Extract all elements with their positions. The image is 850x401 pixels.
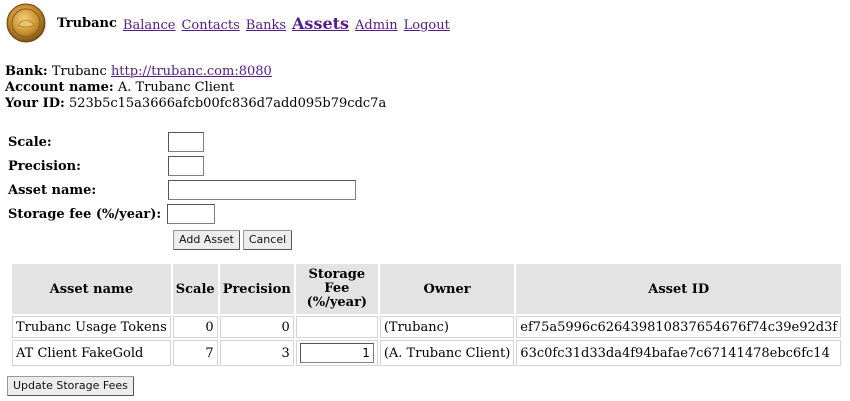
precision-label: Precision: <box>8 158 81 174</box>
owner-cell: (Trubanc) <box>379 316 515 338</box>
nav-logout[interactable]: Logout <box>404 18 450 33</box>
col-asset-id: Asset ID <box>516 264 842 314</box>
nav-admin[interactable]: Admin <box>355 18 398 33</box>
bank-line: Bank: Trubanc http://trubanc.com:8080 <box>5 64 386 80</box>
col-precision: Precision <box>219 264 294 314</box>
header: Trubanc Balance Contacts Banks Assets Ad… <box>6 3 450 43</box>
cancel-button[interactable]: Cancel <box>242 230 293 250</box>
precision-row: Precision: <box>8 154 356 178</box>
storage-fee-cell <box>295 340 378 366</box>
asset-name-cell: AT Client FakeGold <box>12 340 171 366</box>
scale-row: Scale: <box>8 130 356 154</box>
col-storage-fee: Storage Fee (%/year) <box>295 264 378 314</box>
storage-fee-input[interactable] <box>167 204 215 224</box>
bank-url-link[interactable]: http://trubanc.com:8080 <box>111 64 272 79</box>
account-line: Account name: A. Trubanc Client <box>5 80 386 96</box>
owner-cell: (A. Trubanc Client) <box>379 340 515 366</box>
asset-name-input[interactable] <box>168 180 356 200</box>
account-label: Account name: <box>5 80 114 95</box>
table-row: Trubanc Usage Tokens 0 0 (Trubanc) ef75a… <box>12 316 842 338</box>
storage-fee-row: Storage fee (%/year): <box>8 202 356 226</box>
add-asset-form: Scale: Precision: Asset name: Storage fe… <box>8 130 356 250</box>
nav-contacts[interactable]: Contacts <box>181 18 239 33</box>
precision-input[interactable] <box>168 156 204 176</box>
storage-fee-label: Storage fee (%/year): <box>8 206 162 222</box>
asset-name-label: Asset name: <box>8 182 97 198</box>
table-row: AT Client FakeGold 7 3 (A. Trubanc Clien… <box>12 340 842 366</box>
col-owner: Owner <box>379 264 515 314</box>
assets-table: Asset name Scale Precision Storage Fee (%… <box>10 262 843 368</box>
add-asset-button[interactable]: Add Asset <box>173 230 240 250</box>
account-name: A. Trubanc Client <box>117 80 235 95</box>
nav-balance[interactable]: Balance <box>123 18 176 33</box>
storage-fee-row-input[interactable] <box>299 343 374 363</box>
asset-id-cell: ef75a5996c626439810837654676f74c39e92d3f <box>516 316 842 338</box>
main-nav: Balance Contacts Banks Assets Admin Logo… <box>123 14 450 33</box>
scale-cell: 7 <box>172 340 218 366</box>
precision-cell: 0 <box>219 316 294 338</box>
scale-label: Scale: <box>8 134 52 150</box>
account-info: Bank: Trubanc http://trubanc.com:8080 Ac… <box>5 64 386 112</box>
table-header-row: Asset name Scale Precision Storage Fee (%… <box>12 264 842 314</box>
nav-banks[interactable]: Banks <box>246 18 286 33</box>
trubanc-logo-icon <box>6 3 46 43</box>
col-asset-name: Asset name <box>12 264 171 314</box>
id-label: Your ID: <box>5 96 65 111</box>
col-scale: Scale <box>172 264 218 314</box>
id-line: Your ID: 523b5c15a3666afcb00fc836d7add09… <box>5 96 386 112</box>
precision-cell: 3 <box>219 340 294 366</box>
brand-name: Trubanc <box>57 15 117 31</box>
asset-name-cell: Trubanc Usage Tokens <box>12 316 171 338</box>
asset-id-cell: 63c0fc31d33da4f94bafae7c67141478ebc6fc14 <box>516 340 842 366</box>
scale-input[interactable] <box>168 132 204 152</box>
asset-name-row: Asset name: <box>8 178 356 202</box>
bank-name: Trubanc <box>51 64 107 79</box>
scale-cell: 0 <box>172 316 218 338</box>
nav-assets[interactable]: Assets <box>292 14 349 33</box>
bank-label: Bank: <box>5 64 48 79</box>
id-value: 523b5c15a3666afcb00fc836d7add095b79cdc7a <box>68 96 387 111</box>
form-buttons: Add Asset Cancel <box>173 230 356 250</box>
storage-fee-cell <box>295 316 378 338</box>
update-storage-fees-button[interactable]: Update Storage Fees <box>7 376 134 396</box>
